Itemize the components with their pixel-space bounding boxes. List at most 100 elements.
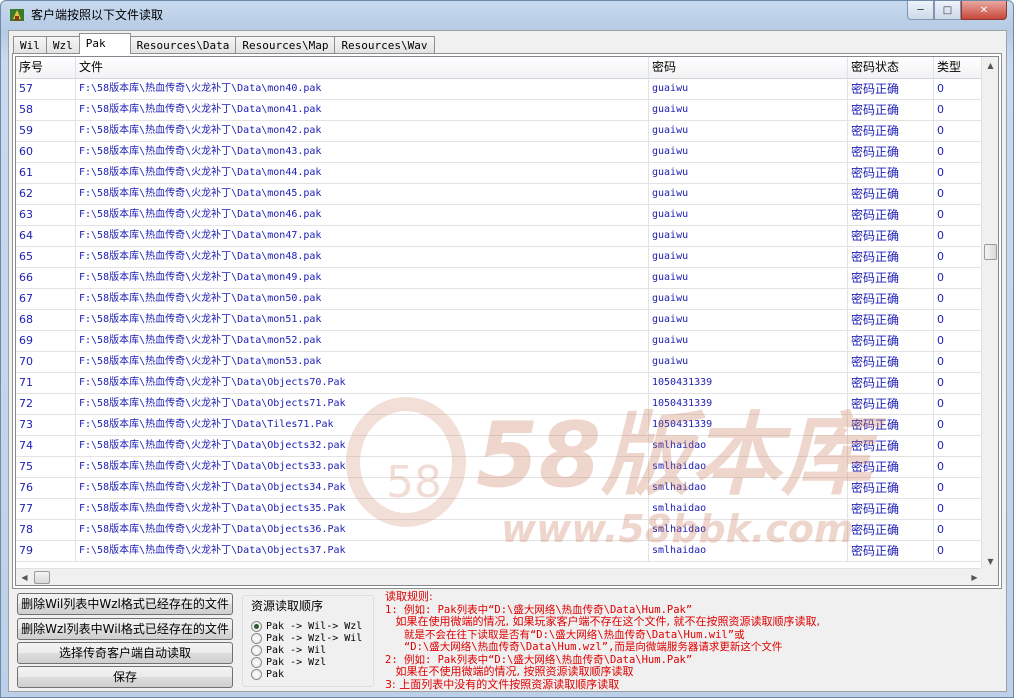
client-area: Wil Wzl Pak Resources\Data Resources\Map… [8,30,1007,692]
table-row[interactable]: 78 F:\58版本库\热血传奇\火龙补丁\Data\Objects36.Pak s… [16,520,991,541]
cell-password: smlhaidao [649,457,848,477]
table-row[interactable]: 66 F:\58版本库\热血传奇\火龙补丁\Data\mon49.pak guaiw… [16,268,991,289]
delete-wil-duplicates-button[interactable]: 删除Wil列表中Wzl格式已经存在的文件 [17,593,233,615]
cell-password-status: 密码正确 [848,394,934,414]
title-bar[interactable]: 客户端按照以下文件读取 ─ □ ✕ [1,1,1013,29]
tab-resources-data[interactable]: Resources\Data [129,36,237,54]
table-row[interactable]: 63 F:\58版本库\热血传奇\火龙补丁\Data\mon46.pak guaiw… [16,205,991,226]
column-header-password[interactable]: 密码 [649,57,848,79]
scroll-left-icon[interactable]: ◀ [16,569,33,585]
cell-password-status: 密码正确 [848,100,934,120]
table-row[interactable]: 61 F:\58版本库\热血传奇\火龙补丁\Data\mon44.pak guaiw… [16,163,991,184]
table-row[interactable]: 76 F:\58版本库\热血传奇\火龙补丁\Data\Objects34.Pak s… [16,478,991,499]
radio-icon[interactable] [251,620,262,632]
window-controls: ─ □ ✕ [907,1,1007,21]
close-button[interactable]: ✕ [961,1,1007,20]
radio-icon[interactable] [251,644,262,656]
minimize-icon: ─ [917,4,924,16]
horizontal-scrollbar[interactable]: ◀ ▶ [16,568,983,585]
cell-password-status: 密码正确 [848,226,934,246]
cell-index: 59 [16,121,76,141]
cell-index: 75 [16,457,76,477]
tab-resources-map[interactable]: Resources\Map [235,36,336,54]
table-row[interactable]: 60 F:\58版本库\热血传奇\火龙补丁\Data\mon43.pak guaiw… [16,142,991,163]
tab-wzl[interactable]: Wzl [45,36,80,54]
order-option-5[interactable]: Pak [251,668,284,680]
cell-password-status: 密码正确 [848,457,934,477]
bottom-panel: 删除Wil列表中Wzl格式已经存在的文件 删除Wzl列表中Wil格式已经存在的文… [9,590,1008,693]
cell-password: guaiwu [649,184,848,204]
pak-tab-panel: 序号 文件 密码 密码状态 类型 57 F:\58版本库\热血传奇\火龙补丁\Da… [12,53,1002,589]
cell-file: F:\58版本库\热血传奇\火龙补丁\Data\mon50.pak [76,289,649,309]
delete-wzl-duplicates-button[interactable]: 删除Wzl列表中Wil格式已经存在的文件 [17,618,233,640]
cell-password-status: 密码正确 [848,205,934,225]
cell-file: F:\58版本库\热血传奇\火龙补丁\Data\mon42.pak [76,121,649,141]
table-row[interactable]: 64 F:\58版本库\热血传奇\火龙补丁\Data\mon47.pak guaiw… [16,226,991,247]
cell-file: F:\58版本库\热血传奇\火龙补丁\Data\mon52.pak [76,331,649,351]
select-client-button[interactable]: 选择传奇客户端自动读取 [17,642,233,664]
table-row[interactable]: 68 F:\58版本库\热血传奇\火龙补丁\Data\mon51.pak guaiw… [16,310,991,331]
table-row[interactable]: 70 F:\58版本库\热血传奇\火龙补丁\Data\mon53.pak guaiw… [16,352,991,373]
column-header-index[interactable]: 序号 [16,57,76,79]
cell-index: 73 [16,415,76,435]
cell-index: 67 [16,289,76,309]
cell-password: guaiwu [649,289,848,309]
cell-index: 70 [16,352,76,372]
order-option-label: Pak -> Wzl-> Wil [266,632,363,644]
order-option-label: Pak -> Wil-> Wzl [266,620,363,632]
cell-password: guaiwu [649,331,848,351]
cell-password: guaiwu [649,226,848,246]
column-header-password-status[interactable]: 密码状态 [848,57,934,79]
save-button[interactable]: 保存 [17,666,233,688]
minimize-button[interactable]: ─ [907,1,934,20]
order-option-3[interactable]: Pak -> Wil [251,644,326,656]
maximize-button[interactable]: □ [934,1,961,20]
cell-file: F:\58版本库\热血传奇\火龙补丁\Data\Objects32.pak [76,436,649,456]
table-row[interactable]: 57 F:\58版本库\热血传奇\火龙补丁\Data\mon40.pak guaiw… [16,79,991,100]
order-option-1[interactable]: Pak -> Wil-> Wzl [251,620,362,632]
cell-file: F:\58版本库\热血传奇\火龙补丁\Data\mon51.pak [76,310,649,330]
table-row[interactable]: 77 F:\58版本库\热血传奇\火龙补丁\Data\Objects35.Pak s… [16,499,991,520]
table-row[interactable]: 75 F:\58版本库\热血传奇\火龙补丁\Data\Objects33.pak s… [16,457,991,478]
table-row[interactable]: 67 F:\58版本库\热血传奇\火龙补丁\Data\mon50.pak guaiw… [16,289,991,310]
table-row[interactable]: 62 F:\58版本库\热血传奇\火龙补丁\Data\mon45.pak guaiw… [16,184,991,205]
table-row[interactable]: 59 F:\58版本库\热血传奇\火龙补丁\Data\mon42.pak guaiw… [16,121,991,142]
table-row[interactable]: 65 F:\58版本库\热血传奇\火龙补丁\Data\mon48.pak guaiw… [16,247,991,268]
radio-icon[interactable] [251,632,262,644]
cell-password: guaiwu [649,205,848,225]
table-row[interactable]: 72 F:\58版本库\热血传奇\火龙补丁\Data\Objects71.Pak 1… [16,394,991,415]
column-header-file[interactable]: 文件 [76,57,649,79]
tab-wil[interactable]: Wil [13,36,47,54]
table-row[interactable]: 79 F:\58版本库\热血传奇\火龙补丁\Data\Objects37.Pak s… [16,541,991,562]
tab-pak[interactable]: Pak [78,33,131,54]
app-icon [10,9,24,21]
radio-icon[interactable] [251,656,262,668]
table-row[interactable]: 74 F:\58版本库\热血传奇\火龙补丁\Data\Objects32.pak s… [16,436,991,457]
cell-file: F:\58版本库\热血传奇\火龙补丁\Data\Objects36.Pak [76,520,649,540]
order-option-label: Pak -> Wzl [266,656,327,668]
order-option-2[interactable]: Pak -> Wzl-> Wil [251,632,362,644]
order-option-4[interactable]: Pak -> Wzl [251,656,326,668]
cell-index: 57 [16,79,76,99]
horizontal-scroll-thumb[interactable] [34,571,50,584]
radio-icon[interactable] [251,668,262,680]
cell-index: 77 [16,499,76,519]
rules-line: 如果在使用微端的情况, 如果玩家客户端不存在这个文件, 就不在按照资源读取顺序读… [385,615,820,628]
cell-password-status: 密码正确 [848,499,934,519]
cell-password: guaiwu [649,352,848,372]
vertical-scrollbar[interactable]: ▲ ▼ [981,57,998,570]
cell-password: smlhaidao [649,520,848,540]
tab-resources-wav[interactable]: Resources\Wav [334,36,435,54]
cell-password: guaiwu [649,268,848,288]
table-row[interactable]: 58 F:\58版本库\热血传奇\火龙补丁\Data\mon41.pak guaiw… [16,100,991,121]
table-row[interactable]: 69 F:\58版本库\热血传奇\火龙补丁\Data\mon52.pak guaiw… [16,331,991,352]
vertical-scroll-thumb[interactable] [984,244,997,260]
table-row[interactable]: 71 F:\58版本库\热血传奇\火龙补丁\Data\Objects70.Pak 1… [16,373,991,394]
file-list[interactable]: 序号 文件 密码 密码状态 类型 57 F:\58版本库\热血传奇\火龙补丁\Da… [15,56,999,586]
scroll-up-icon[interactable]: ▲ [982,57,998,74]
read-rules-text: 读取规则: 1: 例如: Pak列表中“D:\盛大网络\热血传奇\Data\Hu… [385,590,945,691]
cell-file: F:\58版本库\热血传奇\火龙补丁\Data\Tiles71.Pak [76,415,649,435]
cell-password: guaiwu [649,79,848,99]
read-order-group: 资源读取顺序 Pak -> Wil-> Wzl Pak -> Wzl-> Wil… [242,595,374,687]
table-row[interactable]: 73 F:\58版本库\热血传奇\火龙补丁\Data\Tiles71.Pak 105… [16,415,991,436]
